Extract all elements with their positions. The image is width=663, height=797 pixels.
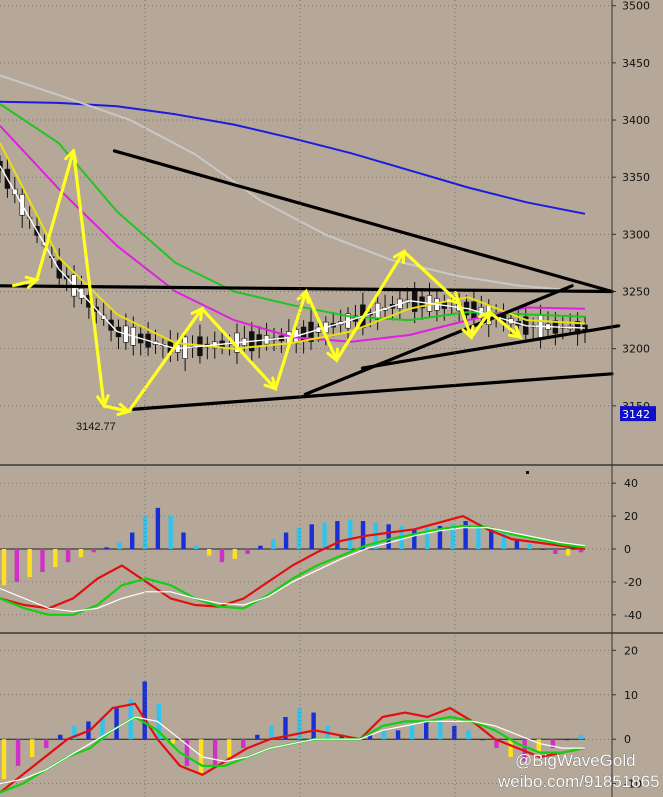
histogram-bar: [53, 549, 58, 568]
moving-average-line: [0, 100, 586, 215]
histogram-bar: [58, 734, 63, 740]
watermark-url: weibo.com/91851865: [497, 772, 660, 791]
price-annotation: 3142.77: [76, 421, 116, 433]
histogram-bar: [117, 542, 122, 549]
histogram-bar: [226, 739, 232, 757]
histogram-bar: [395, 730, 401, 740]
macd-panel-1: 40 20 0 -20 -40: [0, 471, 642, 622]
y-tick-label: 3450: [622, 57, 650, 70]
histogram-bar: [423, 721, 429, 740]
histogram-bar: [452, 725, 457, 740]
macd-panel-2: 20100-10: [0, 644, 642, 794]
y-tick-label: 0: [624, 733, 631, 746]
histogram-bar: [296, 527, 302, 549]
histogram-bar: [245, 549, 250, 554]
histogram-bar: [29, 739, 35, 757]
histogram-bar: [348, 519, 353, 549]
histogram-bar: [564, 739, 570, 741]
histogram-bar: [168, 516, 173, 549]
zigzag-path: [11, 149, 522, 414]
histogram-bar: [283, 532, 289, 549]
histogram-bar: [1, 549, 7, 586]
histogram-bar: [114, 708, 119, 740]
histogram-bar: [565, 549, 571, 556]
histogram-bar: [269, 725, 274, 740]
y-tick-label: -40: [624, 609, 642, 622]
histogram-bar: [255, 734, 260, 740]
macd1-line: [0, 526, 586, 613]
histogram-bar: [508, 739, 513, 757]
watermark-handle: @BigWaveGold: [515, 751, 636, 770]
histogram-bar: [527, 544, 532, 549]
histogram-bar: [438, 721, 443, 740]
histogram-bar: [219, 549, 225, 563]
histogram-bar: [241, 739, 246, 749]
histogram-bar: [206, 549, 212, 556]
histogram-bar: [480, 739, 485, 741]
histogram-bar: [412, 529, 417, 549]
histogram-bar: [181, 532, 186, 549]
histogram-bar: [409, 725, 415, 740]
histogram-bar: [311, 712, 316, 740]
y-tick-label: 10: [624, 689, 638, 702]
histogram-bar: [130, 532, 135, 549]
histogram-bar: [212, 739, 218, 766]
histogram-bar: [44, 739, 49, 749]
histogram-bar: [65, 549, 71, 563]
y-tick-label: 3300: [622, 228, 650, 241]
histogram-bar: [386, 524, 391, 549]
histogram-bar: [553, 549, 558, 554]
histogram-bar: [232, 549, 237, 559]
macd1-line: [0, 524, 586, 616]
histogram-bar: [578, 734, 584, 740]
histogram-bar: [540, 549, 545, 550]
histogram-bar: [155, 507, 161, 549]
histogram-bar: [142, 681, 147, 740]
histogram-bar: [322, 522, 327, 549]
price-panel: 350034503400335033003250320031503142.773…: [0, 0, 656, 433]
y-tick-label: 0: [624, 543, 631, 556]
marker-dot: [526, 471, 529, 474]
histogram-bar: [373, 522, 379, 549]
histogram-bar: [91, 549, 96, 553]
y-tick-label: 3350: [622, 171, 650, 184]
histogram-bar: [271, 539, 276, 549]
y-tick-label: 3200: [622, 343, 650, 356]
histogram-bar: [27, 549, 32, 577]
histogram-bar: [78, 549, 84, 558]
chart-canvas: 350034503400335033003250320031503142.773…: [0, 0, 663, 797]
histogram-bar: [15, 739, 21, 766]
y-tick-label: 3500: [622, 0, 650, 13]
histogram-bar: [381, 730, 387, 740]
y-tick-label: 40: [624, 477, 638, 490]
histogram-bar: [14, 549, 20, 582]
trendline: [360, 324, 621, 370]
histogram-bar: [1, 739, 7, 780]
y-tick-label: 20: [624, 644, 638, 657]
histogram-bar: [258, 545, 263, 549]
histogram-bar: [466, 730, 471, 740]
trendline: [131, 372, 614, 411]
histogram-bar: [309, 524, 314, 549]
y-tick-label: -20: [624, 576, 642, 589]
y-tick-label: 3250: [622, 286, 650, 299]
histogram-bar: [194, 545, 199, 549]
y-tick-label: 3400: [622, 114, 650, 127]
histogram-bar: [335, 521, 340, 549]
histogram-bar: [40, 549, 45, 573]
current-price-label: 3142: [622, 408, 650, 421]
y-tick-label: 20: [624, 510, 638, 523]
histogram-bar: [104, 547, 109, 549]
watermark: @BigWaveGold weibo.com/91851865: [497, 751, 660, 792]
